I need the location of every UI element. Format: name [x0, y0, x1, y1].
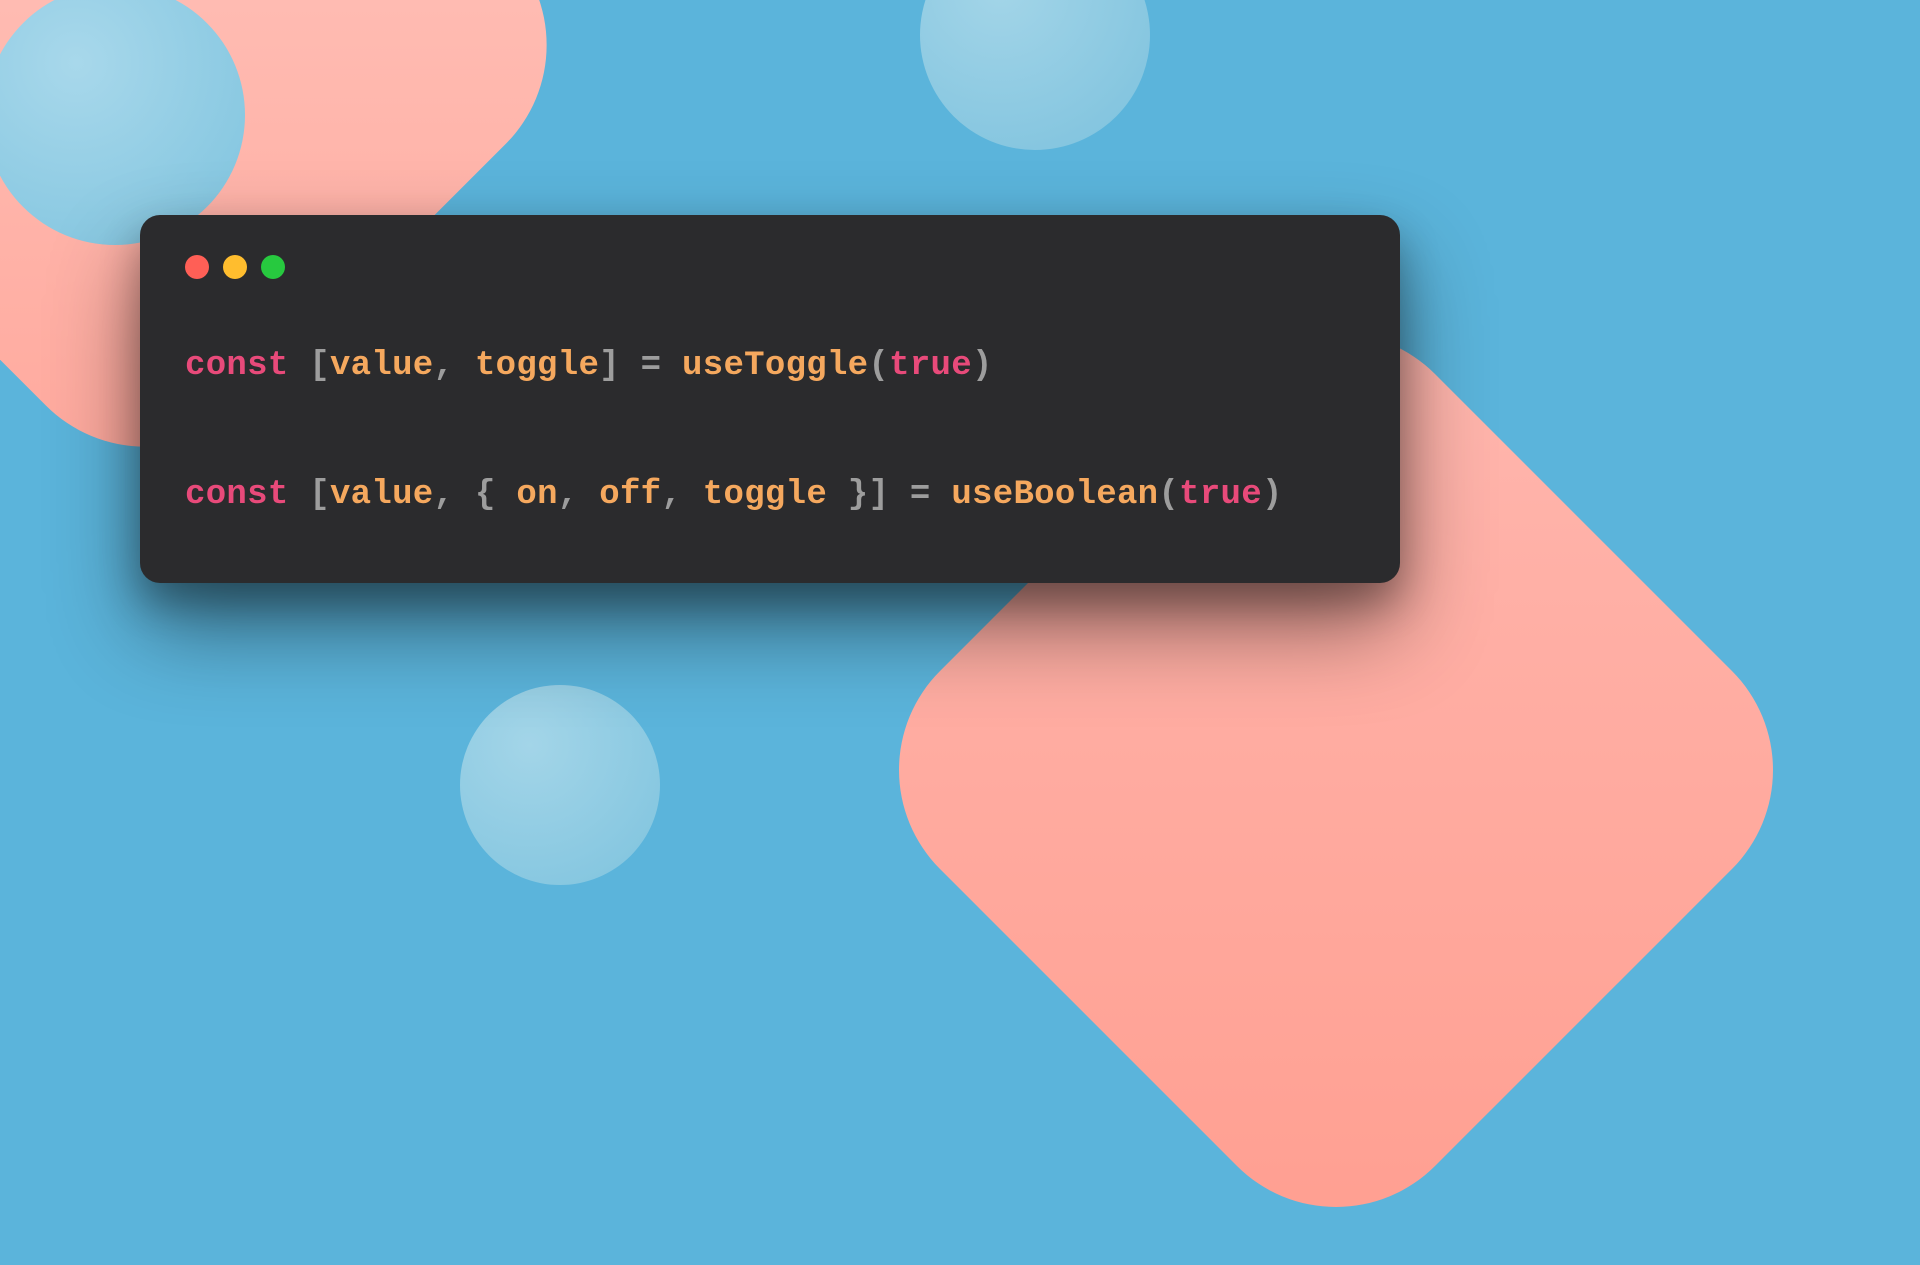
equals: = — [910, 476, 931, 514]
comma: , — [661, 476, 682, 514]
code-content: const [value, toggle] = useToggle(true) … — [180, 339, 1360, 523]
paren-close: ) — [1262, 476, 1283, 514]
var-on: on — [516, 476, 557, 514]
bracket-open: [ — [309, 476, 330, 514]
keyword-const: const — [185, 347, 289, 385]
code-line-1: const [value, toggle] = useToggle(true) — [185, 339, 1360, 393]
paren-close: ) — [972, 347, 993, 385]
comma: , — [434, 347, 455, 385]
bracket-close: ] — [599, 347, 620, 385]
bracket-open: [ — [309, 347, 330, 385]
var-toggle: toggle — [475, 347, 599, 385]
comma: , — [558, 476, 579, 514]
arg-true: true — [1179, 476, 1262, 514]
window-controls — [180, 255, 1360, 279]
paren-open: ( — [868, 347, 889, 385]
var-toggle: toggle — [703, 476, 827, 514]
comma: , — [434, 476, 455, 514]
func-useBoolean: useBoolean — [951, 476, 1158, 514]
code-line-2: const [value, { on, off, toggle }] = use… — [185, 468, 1360, 522]
brace-open: { — [475, 476, 496, 514]
func-useToggle: useToggle — [682, 347, 868, 385]
brace-close: } — [848, 476, 869, 514]
var-value: value — [330, 347, 434, 385]
equals: = — [641, 347, 662, 385]
paren-open: ( — [1158, 476, 1179, 514]
code-window: const [value, toggle] = useToggle(true) … — [140, 215, 1400, 583]
bracket-close: ] — [868, 476, 889, 514]
background-circle-bottom — [460, 685, 660, 885]
keyword-const: const — [185, 476, 289, 514]
arg-true: true — [889, 347, 972, 385]
background-circle-top-right — [920, 0, 1150, 150]
window-minimize-icon[interactable] — [223, 255, 247, 279]
var-value: value — [330, 476, 434, 514]
var-off: off — [599, 476, 661, 514]
window-maximize-icon[interactable] — [261, 255, 285, 279]
window-close-icon[interactable] — [185, 255, 209, 279]
